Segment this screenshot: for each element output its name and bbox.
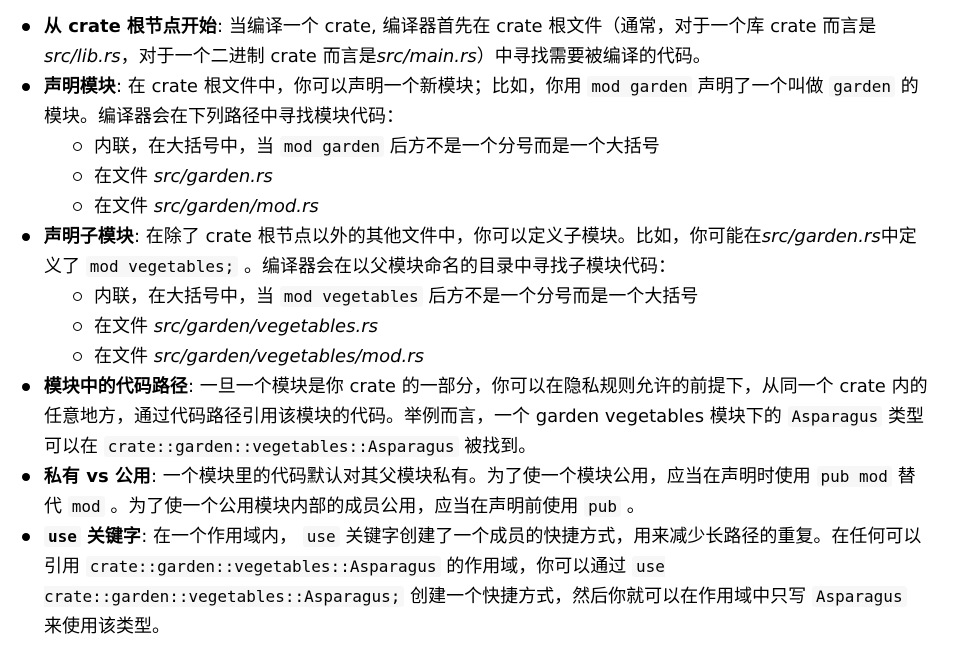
list-item-private-vs-public: 私有 vs 公用: 一个模块里的代码默认对其父模块私有。为了使一个模块公用，应当…	[0, 462, 958, 522]
inline-code: Asparagus	[811, 586, 907, 607]
sub-item-inline: 内联，在大括号中，当 mod vegetables 后方不是一个分号而是一个大括…	[0, 282, 930, 312]
inline-code: crate::garden::vegetables::Asparagus	[85, 556, 441, 577]
file-path: src/garden/vegetables/mod.rs	[153, 346, 425, 367]
text: 。编译器会在以父模块命名的目录中寻找子模块代码：	[238, 256, 676, 277]
text: 在文件	[94, 196, 154, 217]
text: : 在除了 crate 根节点以外的其他文件中，你可以定义子模块。比如，你可能在	[134, 226, 762, 247]
sub-item-file: 在文件 src/garden/mod.rs	[0, 192, 930, 222]
list-item-code-paths: 模块中的代码路径: 一旦一个模块是你 crate 的一部分，你可以在隐私规则允许…	[0, 372, 958, 462]
sub-item-inline: 内联，在大括号中，当 mod garden 后方不是一个分号而是一个大括号	[0, 132, 930, 162]
inline-code: mod	[67, 496, 105, 517]
inline-code: mod vegetables	[279, 286, 423, 307]
text: 在文件	[94, 166, 154, 187]
text: 在文件	[94, 316, 154, 337]
sub-item-file: 在文件 src/garden/vegetables.rs	[0, 312, 930, 342]
text: 。为了使一个公用模块内部的成员公用，应当在声明前使用	[104, 496, 585, 517]
document-content: 从 crate 根节点开始: 当编译一个 crate, 编译器首先在 crate…	[0, 0, 958, 650]
inline-code: use	[44, 526, 81, 547]
rules-list: 从 crate 根节点开始: 当编译一个 crate, 编译器首先在 crate…	[0, 12, 958, 642]
file-path: src/garden/mod.rs	[153, 196, 319, 217]
term-code-paths: 模块中的代码路径	[44, 376, 188, 397]
text: : 在一个作用域内，	[141, 526, 303, 547]
file-path: src/garden.rs	[153, 166, 273, 187]
text: 被找到。	[458, 436, 537, 457]
module-paths-list: 内联，在大括号中，当 mod garden 后方不是一个分号而是一个大括号 在文…	[44, 132, 930, 222]
text: 在文件	[94, 346, 154, 367]
path-lib-rs: src/lib.rs	[44, 46, 121, 67]
path-main-rs: src/main.rs	[376, 46, 477, 67]
text: 内联，在大括号中，当	[94, 286, 280, 307]
list-item-declare-submodule: 声明子模块: 在除了 crate 根节点以外的其他文件中，你可以定义子模块。比如…	[0, 222, 958, 372]
sub-item-file: 在文件 src/garden/vegetables/mod.rs	[0, 342, 930, 372]
sub-item-file: 在文件 src/garden.rs	[0, 162, 930, 192]
term-crate-root: 从 crate 根节点开始	[44, 16, 218, 37]
term-private-vs-public: 私有 vs 公用	[44, 466, 151, 487]
text: ）中寻找需要被编译的代码。	[476, 46, 711, 67]
inline-code: pub mod	[816, 466, 892, 487]
text: 后方不是一个分号而是一个大括号	[384, 136, 660, 157]
text: 来使用该类型。	[44, 616, 170, 637]
list-item-use-keyword: use 关键字: 在一个作用域内， use 关键字创建了一个成员的快捷方式，用来…	[0, 522, 958, 642]
term-declare-submodule: 声明子模块	[44, 226, 134, 247]
text: 后方不是一个分号而是一个大括号	[422, 286, 699, 307]
text: ，对于一个二进制 crate 而言是	[120, 46, 377, 67]
term-use-keyword: use 关键字	[44, 526, 141, 547]
inline-code: mod garden	[279, 136, 385, 157]
text: : 在 crate 根文件中，你可以声明一个新模块；比如，你用	[116, 76, 588, 97]
text: 。	[621, 496, 645, 517]
file-path: src/garden/vegetables.rs	[153, 316, 378, 337]
text: 创建一个快捷方式，然后你就可以在作用域中只写	[404, 586, 812, 607]
list-item-declare-module: 声明模块: 在 crate 根文件中，你可以声明一个新模块；比如，你用 mod …	[0, 72, 958, 222]
text: 的作用域，你可以通过	[440, 556, 632, 577]
inline-code: crate::garden::vegetables::Asparagus	[103, 436, 459, 457]
inline-code: Asparagus	[787, 406, 883, 427]
submodule-paths-list: 内联，在大括号中，当 mod vegetables 后方不是一个分号而是一个大括…	[44, 282, 930, 372]
text: : 一个模块里的代码默认对其父模块私有。为了使一个模块公用，应当在声明时使用	[150, 466, 817, 487]
text: : 当编译一个 crate, 编译器首先在 crate 根文件（通常，对于一个库…	[217, 16, 877, 37]
text: 内联，在大括号中，当	[94, 136, 280, 157]
list-item-crate-root: 从 crate 根节点开始: 当编译一个 crate, 编译器首先在 crate…	[0, 12, 958, 72]
text: 声明了一个叫做	[691, 76, 830, 97]
text: 关键字	[80, 526, 142, 547]
inline-code: pub	[584, 496, 621, 517]
inline-code: mod vegetables;	[85, 256, 239, 277]
inline-code: use	[302, 526, 340, 547]
term-declare-module: 声明模块	[44, 76, 116, 97]
file-path: src/garden.rs	[761, 226, 881, 247]
inline-code: garden	[829, 76, 895, 97]
inline-code: mod garden	[587, 76, 692, 97]
